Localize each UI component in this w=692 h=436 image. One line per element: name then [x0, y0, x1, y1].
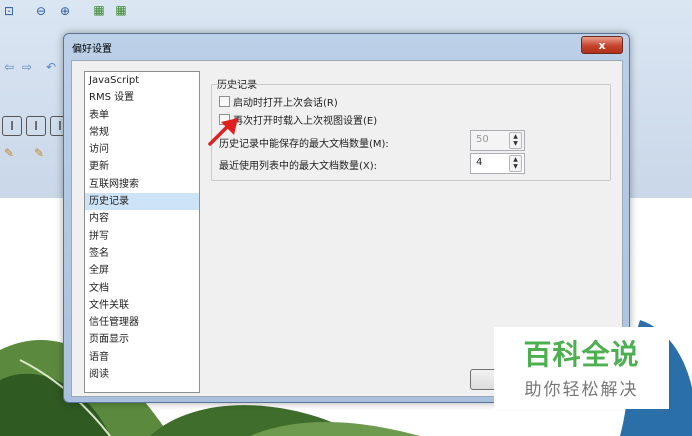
nav-icon[interactable]: ⊡ — [0, 2, 18, 20]
watermark-main-text: 百科全说 — [523, 338, 640, 371]
category-item[interactable]: 拼写 — [85, 228, 199, 245]
arrow-left-icon[interactable]: ⇦ — [0, 58, 18, 76]
reopen-session-option[interactable]: 启动时打开上次会话(R) — [219, 94, 338, 109]
page-layout-icon[interactable]: ▦ — [90, 1, 108, 19]
zoom-out-icon[interactable]: ⊖ — [32, 2, 50, 20]
category-item[interactable]: RMS 设置 — [85, 89, 199, 106]
category-item[interactable]: 信任管理器 — [85, 314, 199, 331]
reopen-session-label: 启动时打开上次会话(R) — [233, 98, 338, 109]
arrow-right-icon[interactable]: ⇨ — [18, 58, 36, 76]
category-item[interactable]: 签名 — [85, 245, 199, 262]
category-item[interactable]: 互联网搜索 — [85, 176, 199, 193]
undo-icon[interactable]: ↶ — [42, 58, 60, 76]
max-recent-docs-stepper[interactable]: 4 ▲ ▼ — [470, 153, 525, 174]
max-saved-docs-value: 50 — [476, 134, 489, 145]
category-item[interactable]: JavaScript — [85, 72, 199, 89]
reload-view-label: 再次打开时载入上次视图设置(E) — [233, 116, 378, 127]
max-recent-docs-value: 4 — [476, 157, 483, 168]
reopen-session-checkbox[interactable] — [219, 96, 230, 107]
category-item[interactable]: 语音 — [85, 349, 199, 366]
category-item[interactable]: 历史记录 — [85, 193, 199, 211]
annotation-arrow-icon — [208, 118, 238, 146]
text-tool-2-icon[interactable]: I — [26, 116, 46, 136]
category-item[interactable]: 常规 — [85, 124, 199, 141]
category-item[interactable]: 全屏 — [85, 262, 199, 279]
watermark-logo: 百科全说 助你轻松解决 — [494, 327, 669, 409]
max-recent-docs-label: 最近使用列表中的最大文档数量(X): — [219, 161, 378, 172]
category-item[interactable]: 内容 — [85, 210, 199, 227]
category-item[interactable]: 文档 — [85, 280, 199, 297]
stepper-arrows-icon[interactable]: ▲ ▼ — [509, 132, 522, 149]
pencil-2-icon[interactable]: ✎ — [30, 144, 48, 162]
max-saved-docs-stepper[interactable]: 50 ▲ ▼ — [470, 130, 525, 151]
category-item[interactable]: 页面显示 — [85, 331, 199, 348]
max-saved-docs-label: 历史记录中能保存的最大文档数量(M): — [219, 139, 389, 150]
category-item[interactable]: 文件关联 — [85, 297, 199, 314]
category-item[interactable]: 阅读 — [85, 366, 199, 383]
close-button[interactable]: x — [581, 36, 623, 54]
category-item[interactable]: 访问 — [85, 141, 199, 158]
text-tool-icon[interactable]: I — [2, 116, 22, 136]
page-layout-2-icon[interactable]: ▦ — [112, 1, 130, 19]
watermark-sub-text: 助你轻松解决 — [524, 380, 639, 400]
pencil-icon[interactable]: ✎ — [0, 144, 18, 162]
category-item[interactable]: 表单 — [85, 107, 199, 124]
dialog-title: 偏好设置 — [72, 44, 112, 55]
category-item[interactable]: 更新 — [85, 158, 199, 175]
zoom-in-icon[interactable]: ⊕ — [56, 2, 74, 20]
reload-view-option[interactable]: 再次打开时载入上次视图设置(E) — [219, 112, 377, 127]
category-list[interactable]: JavaScript RMS 设置 表单 常规 访问 更新 互联网搜索 历史记录 内容 拼写 签名全… — [84, 71, 200, 393]
stepper-arrows-icon[interactable]: ▲ ▼ — [509, 155, 522, 172]
